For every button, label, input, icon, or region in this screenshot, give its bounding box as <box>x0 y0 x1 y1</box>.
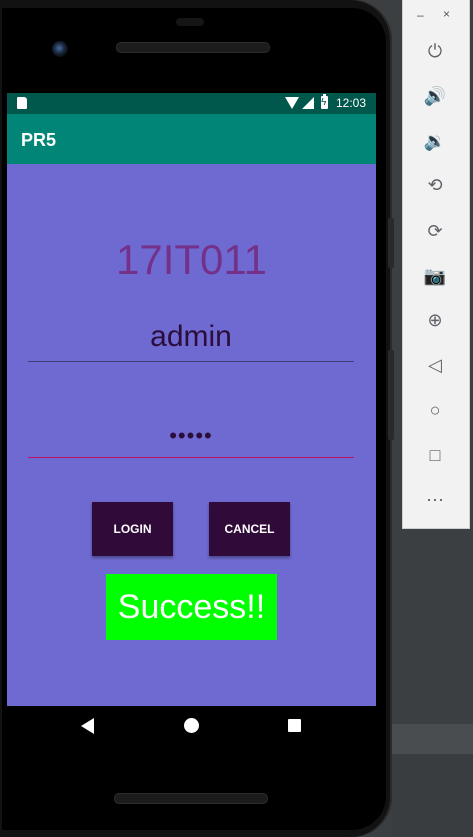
password-value: ••••• <box>169 423 213 448</box>
overview-icon[interactable]: □ <box>422 442 448 468</box>
signal-icon <box>302 97 314 109</box>
ide-background <box>392 528 473 724</box>
device-screen: 12:03 PR5 17IT011 admin ••••• LOGIN CANC… <box>7 93 376 744</box>
wifi-icon <box>285 97 299 109</box>
ide-background-bottom <box>392 754 473 837</box>
nav-home-icon[interactable] <box>184 718 199 733</box>
nav-recents-icon[interactable] <box>288 719 301 732</box>
top-slit <box>176 18 204 26</box>
earpiece-speaker <box>116 42 270 53</box>
app-bar: PR5 <box>7 114 376 164</box>
more-icon[interactable]: ⋯ <box>422 487 448 513</box>
zoom-icon[interactable]: ⊕ <box>422 307 448 333</box>
app-title: PR5 <box>21 130 57 150</box>
home-icon[interactable]: ○ <box>422 397 448 423</box>
status-bar: 12:03 <box>7 93 376 114</box>
rotate-right-icon[interactable]: ⟳ <box>422 218 448 244</box>
password-field[interactable]: ••••• <box>28 416 354 458</box>
result-message: Success!! <box>106 574 277 640</box>
sd-card-icon <box>17 97 27 109</box>
username-field[interactable]: admin <box>28 314 354 362</box>
phone-frame: 12:03 PR5 17IT011 admin ••••• LOGIN CANC… <box>0 0 394 837</box>
emulator-toolbar: – × ⏻ 🔊 🔉 ⟲ ⟳ 📷 ⊕ ◁ ○ □ ⋯ <box>402 0 470 529</box>
power-icon[interactable]: ⏻ <box>422 38 448 64</box>
back-icon[interactable]: ◁ <box>422 352 448 378</box>
nav-back-icon[interactable] <box>81 718 94 734</box>
navigation-bar <box>7 706 376 744</box>
front-camera <box>52 41 68 57</box>
battery-icon <box>321 94 328 109</box>
side-hardware-button <box>388 350 394 440</box>
cancel-button[interactable]: CANCEL <box>209 502 290 556</box>
page-heading: 17IT011 <box>116 236 267 283</box>
volume-up-icon[interactable]: 🔊 <box>422 83 448 109</box>
volume-hardware-button <box>388 218 394 268</box>
ide-background-strip <box>392 724 473 754</box>
camera-icon[interactable]: 📷 <box>422 263 448 289</box>
volume-down-icon[interactable]: 🔉 <box>422 128 448 154</box>
emulator-window-controls: – × <box>403 0 469 30</box>
username-value: admin <box>150 320 232 353</box>
rotate-left-icon[interactable]: ⟲ <box>422 172 448 198</box>
close-button[interactable]: × <box>443 7 450 21</box>
login-screen: 17IT011 admin ••••• LOGIN CANCEL Success… <box>7 164 376 706</box>
minimize-button[interactable]: – <box>417 8 424 22</box>
status-time: 12:03 <box>336 96 367 110</box>
login-button[interactable]: LOGIN <box>92 502 173 556</box>
bottom-speaker <box>114 793 268 804</box>
